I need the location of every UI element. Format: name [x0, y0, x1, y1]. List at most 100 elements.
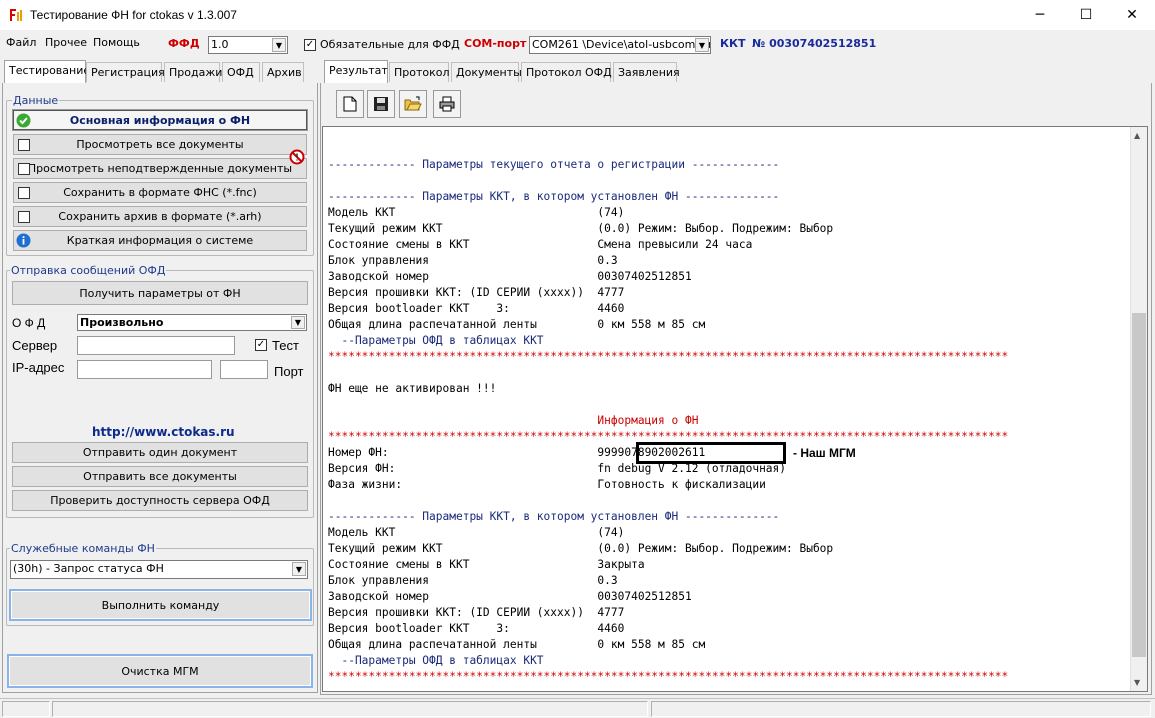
- output-line: Текущий режим ККТ (0.0) Режим: Выбор. По…: [328, 542, 834, 555]
- output-line: Информация о ФН: [328, 414, 699, 427]
- view-unconfirmed-docs-button[interactable]: Просмотреть неподтвержденные документы: [13, 158, 307, 179]
- output-line: Текущий режим ККТ (0.0) Режим: Выбор. По…: [328, 222, 834, 235]
- get-params-button[interactable]: Получить параметры от ФН: [12, 281, 308, 305]
- execute-command-button[interactable]: Выполнить команду: [9, 589, 312, 621]
- scroll-down-icon[interactable]: ▼: [1134, 678, 1140, 687]
- ofd-select-label: О Ф Д: [12, 316, 46, 330]
- check-server-button[interactable]: Проверить доступность сервера ОФД: [12, 490, 308, 511]
- output-line: Версия прошивки ККТ: (ID СЕРИИ (xxxx)) 4…: [328, 606, 625, 619]
- print-button[interactable]: [433, 90, 461, 118]
- tab-statements[interactable]: Заявления: [613, 62, 680, 82]
- status-segment: [2, 701, 50, 717]
- open-folder-icon: [404, 96, 422, 111]
- view-all-docs-checkbox[interactable]: [18, 139, 30, 151]
- chevron-down-icon: ▼: [291, 316, 305, 329]
- output-line: --Параметры ОФД в таблицах ККТ: [328, 654, 544, 667]
- port-input[interactable]: [220, 360, 268, 379]
- output-line: Состояние смены в ККТ Смена превысили 24…: [328, 238, 753, 251]
- output-line: ФН еще не активирован !!!: [328, 382, 497, 395]
- tab-sales[interactable]: Продажи: [164, 62, 222, 82]
- ofd-select-value: Произвольно: [80, 316, 164, 329]
- menu-other[interactable]: Прочее: [45, 36, 87, 49]
- com-port-select[interactable]: COM261 \Device\atol-usbcom_pr ▼: [529, 36, 711, 54]
- send-one-button[interactable]: Отправить один документ: [12, 442, 308, 463]
- output-line: Заводской номер 00307402512851: [328, 270, 692, 283]
- menu-file[interactable]: Файл: [6, 36, 36, 49]
- view-unconfirmed-docs-checkbox[interactable]: [18, 163, 30, 175]
- open-file-button[interactable]: [399, 90, 427, 118]
- main-fn-info-label: Основная информация о ФН: [69, 113, 251, 127]
- clear-mgm-button[interactable]: Очистка МГМ: [7, 654, 313, 688]
- output-line: ------------- Параметры ККТ, в котором у…: [328, 190, 780, 203]
- menu-help[interactable]: Помощь: [93, 36, 140, 49]
- main-fn-info-button[interactable]: Основная информация о ФН: [12, 109, 308, 131]
- output-line: Версия прошивки ККТ: (ID СЕРИИ (xxxx)) 4…: [328, 286, 625, 299]
- tab-ofd[interactable]: ОФД: [222, 62, 260, 82]
- save-fnc-button[interactable]: Сохранить в формате ФНС (*.fnc): [13, 182, 307, 203]
- result-text: ------------- Параметры текущего отчета …: [328, 157, 1008, 685]
- prohibited-icon: [289, 149, 305, 165]
- highlight-box: [636, 442, 786, 464]
- minimize-button[interactable]: ─: [1017, 0, 1063, 30]
- result-output[interactable]: ------------- Параметры текущего отчета …: [322, 126, 1148, 692]
- chevron-down-icon: ▼: [695, 38, 709, 52]
- mandatory-checkbox[interactable]: ✓: [304, 39, 316, 51]
- ofd-group-title: Отправка сообщений ОФД: [10, 264, 167, 277]
- chevron-down-icon: ▼: [292, 562, 306, 576]
- scrollbar-thumb[interactable]: [1132, 313, 1146, 657]
- status-segment: [651, 701, 1151, 717]
- tab-ofd-protocol[interactable]: Протокол ОФД: [521, 62, 612, 82]
- new-file-icon: [343, 96, 357, 112]
- close-button[interactable]: ✕: [1109, 0, 1155, 30]
- server-label: Сервер: [12, 338, 58, 353]
- output-line: ****************************************…: [328, 350, 1009, 363]
- mandatory-label: Обязательные для ФФД: [320, 38, 460, 51]
- output-line: Версия bootloader ККТ 3: 4460: [328, 302, 625, 315]
- save-arh-button[interactable]: Сохранить архив в формате (*.arh): [13, 206, 307, 227]
- view-all-docs-button[interactable]: Просмотреть все документы: [13, 134, 307, 155]
- ip-input[interactable]: [77, 360, 212, 379]
- status-segment: [52, 701, 648, 717]
- new-file-button[interactable]: [336, 90, 364, 118]
- website-link[interactable]: http://www.ctokas.ru: [92, 425, 235, 439]
- info-icon: [16, 233, 31, 248]
- send-all-button[interactable]: Отправить все документы: [12, 466, 308, 487]
- tab-registration[interactable]: Регистрация: [86, 62, 165, 82]
- tab-documents[interactable]: Документы: [451, 62, 522, 82]
- command-select-value: (30h) - Запрос статуса ФН: [13, 562, 164, 575]
- printer-icon: [439, 96, 455, 112]
- tab-testing[interactable]: Тестирование: [4, 60, 90, 83]
- output-line: Блок управления 0.3: [328, 574, 618, 587]
- scroll-up-icon[interactable]: ▲: [1134, 131, 1140, 140]
- system-info-button[interactable]: Краткая информация о системе: [13, 230, 307, 251]
- output-line: Фаза жизни: Готовность к фискализации: [328, 478, 766, 491]
- save-fnc-checkbox[interactable]: [18, 187, 30, 199]
- com-port-value: COM261 \Device\atol-usbcom_pr: [532, 38, 711, 51]
- com-port-label: COM-порт: [464, 37, 527, 50]
- ffd-select[interactable]: 1.0 ▼: [208, 36, 288, 54]
- tab-result[interactable]: Результат: [324, 60, 388, 83]
- output-line: ------------- Параметры ККТ, в котором у…: [328, 510, 780, 523]
- test-checkbox[interactable]: ✓: [255, 339, 267, 351]
- vertical-scrollbar[interactable]: ▲ ▼: [1130, 127, 1147, 691]
- ip-label: IP-адрес: [12, 360, 65, 375]
- server-input[interactable]: [77, 336, 235, 355]
- output-line: ****************************************…: [328, 670, 1009, 683]
- output-line: Общая длина распечатанной ленты 0 км 558…: [328, 638, 706, 651]
- tab-protocol[interactable]: Протокол: [389, 62, 450, 82]
- ffd-label: ФФД: [168, 37, 200, 50]
- save-arh-label: Сохранить архив в формате (*.arh): [58, 210, 262, 223]
- command-select[interactable]: (30h) - Запрос статуса ФН ▼: [10, 560, 308, 579]
- data-group-title: Данные: [12, 94, 60, 107]
- mgm-annotation: - Наш МГМ: [793, 446, 856, 460]
- save-arh-checkbox[interactable]: [18, 211, 30, 223]
- test-label: Тест: [272, 338, 299, 353]
- save-file-button[interactable]: [367, 90, 395, 118]
- tab-archive[interactable]: Архив: [262, 62, 304, 82]
- maximize-button[interactable]: ☐: [1063, 0, 1109, 30]
- status-bar: [0, 698, 1155, 718]
- output-line: Заводской номер 00307402512851: [328, 590, 692, 603]
- output-line: Состояние смены в ККТ Закрыта: [328, 558, 645, 571]
- kkt-number: № 00307402512851: [752, 37, 877, 50]
- ofd-select[interactable]: Произвольно ▼: [77, 314, 307, 331]
